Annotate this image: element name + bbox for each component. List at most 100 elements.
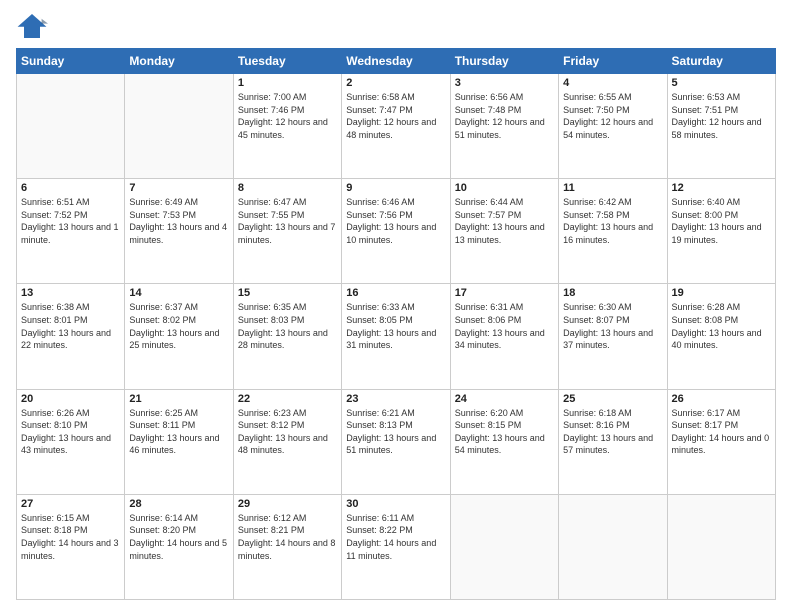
day-info: Sunrise: 6:38 AMSunset: 8:01 PMDaylight:… (21, 301, 120, 351)
day-cell: 4 Sunrise: 6:55 AMSunset: 7:50 PMDaylight… (559, 74, 667, 179)
day-info: Sunrise: 6:17 AMSunset: 8:17 PMDaylight:… (672, 407, 771, 457)
day-info: Sunrise: 6:56 AMSunset: 7:48 PMDaylight:… (455, 91, 554, 141)
day-info: Sunrise: 6:55 AMSunset: 7:50 PMDaylight:… (563, 91, 662, 141)
logo-icon (16, 12, 48, 40)
day-number: 2 (346, 77, 445, 89)
header (16, 12, 776, 40)
day-info: Sunrise: 6:49 AMSunset: 7:53 PMDaylight:… (129, 196, 228, 246)
day-cell: 23 Sunrise: 6:21 AMSunset: 8:13 PMDayligh… (342, 389, 450, 494)
day-number: 26 (672, 393, 771, 405)
day-info: Sunrise: 6:46 AMSunset: 7:56 PMDaylight:… (346, 196, 445, 246)
header-day: Saturday (667, 49, 775, 74)
day-cell: 11Sunrise: 6:42 AMSunset: 7:58 PMDayligh… (559, 179, 667, 284)
day-cell (559, 494, 667, 599)
day-cell: 28 Sunrise: 6:14 AMSunset: 8:20 PMDayligh… (125, 494, 233, 599)
header-row: SundayMondayTuesdayWednesdayThursdayFrid… (17, 49, 776, 74)
day-number: 9 (346, 182, 445, 194)
day-info: Sunrise: 6:23 AMSunset: 8:12 PMDaylight:… (238, 407, 337, 457)
day-cell (125, 74, 233, 179)
day-cell: 3 Sunrise: 6:56 AMSunset: 7:48 PMDaylight… (450, 74, 558, 179)
day-info: Sunrise: 6:37 AMSunset: 8:02 PMDaylight:… (129, 301, 228, 351)
calendar: SundayMondayTuesdayWednesdayThursdayFrid… (16, 48, 776, 600)
day-number: 25 (563, 393, 662, 405)
header-day: Tuesday (233, 49, 341, 74)
day-info: Sunrise: 7:00 AMSunset: 7:46 PMDaylight:… (238, 91, 337, 141)
day-info: Sunrise: 6:28 AMSunset: 8:08 PMDaylight:… (672, 301, 771, 351)
day-info: Sunrise: 6:20 AMSunset: 8:15 PMDaylight:… (455, 407, 554, 457)
day-number: 7 (129, 182, 228, 194)
day-number: 22 (238, 393, 337, 405)
day-cell: 29 Sunrise: 6:12 AMSunset: 8:21 PMDayligh… (233, 494, 341, 599)
day-number: 13 (21, 287, 120, 299)
day-cell: 17Sunrise: 6:31 AMSunset: 8:06 PMDayligh… (450, 284, 558, 389)
day-cell: 25 Sunrise: 6:18 AMSunset: 8:16 PMDayligh… (559, 389, 667, 494)
day-number: 28 (129, 498, 228, 510)
day-cell: 6Sunrise: 6:51 AMSunset: 7:52 PMDaylight… (17, 179, 125, 284)
day-cell: 2 Sunrise: 6:58 AMSunset: 7:47 PMDaylight… (342, 74, 450, 179)
day-cell: 12 Sunrise: 6:40 AMSunset: 8:00 PMDayligh… (667, 179, 775, 284)
day-cell: 15Sunrise: 6:35 AMSunset: 8:03 PMDayligh… (233, 284, 341, 389)
day-cell (450, 494, 558, 599)
day-number: 23 (346, 393, 445, 405)
day-info: Sunrise: 6:47 AMSunset: 7:55 PMDaylight:… (238, 196, 337, 246)
day-cell: 9 Sunrise: 6:46 AMSunset: 7:56 PMDaylight… (342, 179, 450, 284)
week-row: 20 Sunrise: 6:26 AMSunset: 8:10 PMDayligh… (17, 389, 776, 494)
week-row: 13 Sunrise: 6:38 AMSunset: 8:01 PMDayligh… (17, 284, 776, 389)
day-cell: 21 Sunrise: 6:25 AMSunset: 8:11 PMDayligh… (125, 389, 233, 494)
day-info: Sunrise: 6:26 AMSunset: 8:10 PMDaylight:… (21, 407, 120, 457)
header-day: Wednesday (342, 49, 450, 74)
day-cell (667, 494, 775, 599)
day-number: 14 (129, 287, 228, 299)
day-cell: 1 Sunrise: 7:00 AMSunset: 7:46 PMDaylight… (233, 74, 341, 179)
day-info: Sunrise: 6:33 AMSunset: 8:05 PMDaylight:… (346, 301, 445, 351)
day-cell: 26 Sunrise: 6:17 AMSunset: 8:17 PMDayligh… (667, 389, 775, 494)
day-info: Sunrise: 6:25 AMSunset: 8:11 PMDaylight:… (129, 407, 228, 457)
day-number: 3 (455, 77, 554, 89)
day-info: Sunrise: 6:53 AMSunset: 7:51 PMDaylight:… (672, 91, 771, 141)
day-number: 15 (238, 287, 337, 299)
day-cell: 5 Sunrise: 6:53 AMSunset: 7:51 PMDaylight… (667, 74, 775, 179)
day-info: Sunrise: 6:12 AMSunset: 8:21 PMDaylight:… (238, 512, 337, 562)
day-number: 30 (346, 498, 445, 510)
day-cell: 27Sunrise: 6:15 AMSunset: 8:18 PMDayligh… (17, 494, 125, 599)
day-number: 12 (672, 182, 771, 194)
day-info: Sunrise: 6:15 AMSunset: 8:18 PMDaylight:… (21, 512, 120, 562)
day-cell: 24 Sunrise: 6:20 AMSunset: 8:15 PMDayligh… (450, 389, 558, 494)
day-number: 4 (563, 77, 662, 89)
day-number: 19 (672, 287, 771, 299)
day-number: 17 (455, 287, 554, 299)
day-info: Sunrise: 6:14 AMSunset: 8:20 PMDaylight:… (129, 512, 228, 562)
day-info: Sunrise: 6:21 AMSunset: 8:13 PMDaylight:… (346, 407, 445, 457)
day-info: Sunrise: 6:44 AMSunset: 7:57 PMDaylight:… (455, 196, 554, 246)
day-info: Sunrise: 6:40 AMSunset: 8:00 PMDaylight:… (672, 196, 771, 246)
day-cell: 7 Sunrise: 6:49 AMSunset: 7:53 PMDaylight… (125, 179, 233, 284)
day-number: 29 (238, 498, 337, 510)
day-cell: 30 Sunrise: 6:11 AMSunset: 8:22 PMDayligh… (342, 494, 450, 599)
day-cell: 10 Sunrise: 6:44 AMSunset: 7:57 PMDayligh… (450, 179, 558, 284)
day-number: 20 (21, 393, 120, 405)
day-number: 21 (129, 393, 228, 405)
day-number: 24 (455, 393, 554, 405)
day-cell: 16 Sunrise: 6:33 AMSunset: 8:05 PMDayligh… (342, 284, 450, 389)
header-day: Thursday (450, 49, 558, 74)
day-number: 8 (238, 182, 337, 194)
page: SundayMondayTuesdayWednesdayThursdayFrid… (0, 0, 792, 612)
day-info: Sunrise: 6:11 AMSunset: 8:22 PMDaylight:… (346, 512, 445, 562)
day-info: Sunrise: 6:30 AMSunset: 8:07 PMDaylight:… (563, 301, 662, 351)
day-cell: 8 Sunrise: 6:47 AMSunset: 7:55 PMDaylight… (233, 179, 341, 284)
day-cell: 22 Sunrise: 6:23 AMSunset: 8:12 PMDayligh… (233, 389, 341, 494)
day-cell: 13 Sunrise: 6:38 AMSunset: 8:01 PMDayligh… (17, 284, 125, 389)
day-cell: 19 Sunrise: 6:28 AMSunset: 8:08 PMDayligh… (667, 284, 775, 389)
day-number: 1 (238, 77, 337, 89)
day-number: 6 (21, 182, 120, 194)
day-cell: 18Sunrise: 6:30 AMSunset: 8:07 PMDayligh… (559, 284, 667, 389)
day-info: Sunrise: 6:18 AMSunset: 8:16 PMDaylight:… (563, 407, 662, 457)
day-number: 5 (672, 77, 771, 89)
day-info: Sunrise: 6:58 AMSunset: 7:47 PMDaylight:… (346, 91, 445, 141)
header-day: Sunday (17, 49, 125, 74)
day-cell: 14 Sunrise: 6:37 AMSunset: 8:02 PMDayligh… (125, 284, 233, 389)
day-cell (17, 74, 125, 179)
logo (16, 12, 52, 40)
day-number: 16 (346, 287, 445, 299)
day-number: 10 (455, 182, 554, 194)
